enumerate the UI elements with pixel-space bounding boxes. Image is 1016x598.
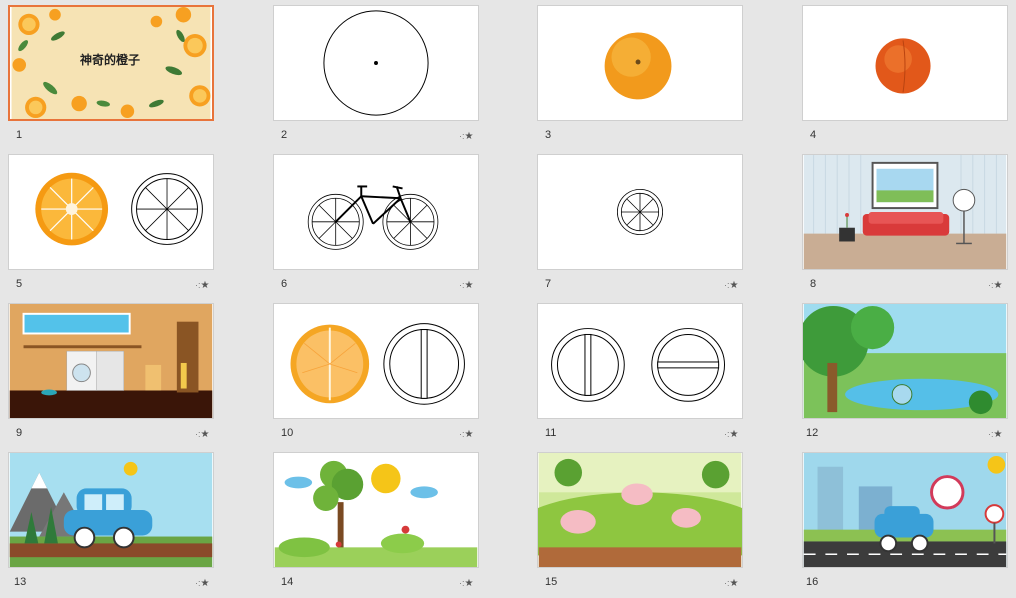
star-icon[interactable]: ·:★ <box>459 131 473 142</box>
slide-number: 11 <box>545 427 557 439</box>
living-room-scene <box>803 155 1007 269</box>
star-icon[interactable]: ·:★ <box>724 578 738 589</box>
star-icon[interactable]: ·:★ <box>195 578 209 589</box>
slide-number: 14 <box>281 576 294 588</box>
slide-thumbnail-2[interactable] <box>273 5 479 121</box>
slide-number: 13 <box>14 576 27 588</box>
slide-thumbnail-1[interactable]: 神奇的橙子 <box>8 5 214 121</box>
slide-thumbnail-3[interactable] <box>537 5 743 121</box>
slide-number: 1 <box>16 129 23 141</box>
orange-slice-and-wheel <box>35 172 203 246</box>
slide-thumbnail-12[interactable] <box>802 303 1008 419</box>
star-icon[interactable]: ·:★ <box>459 280 473 291</box>
orange-photo <box>604 32 672 100</box>
star-icon[interactable]: ·:★ <box>988 280 1002 291</box>
slide-number: 2 <box>281 129 288 141</box>
small-wheel-drawing <box>617 189 663 235</box>
star-icon[interactable]: ·:★ <box>988 429 1002 440</box>
star-icon[interactable]: ·:★ <box>195 429 209 440</box>
star-icon[interactable]: ·:★ <box>724 280 738 291</box>
pigs-field-scene <box>538 453 742 567</box>
slide-thumbnail-14[interactable] <box>273 452 479 568</box>
slide-number: 8 <box>810 278 817 290</box>
star-icon[interactable]: ·:★ <box>459 429 473 440</box>
city-road-car-scene <box>803 453 1007 567</box>
slide-sorter-grid: 神奇的橙子 1 2 ·:★ 3 4 5 ·:★ 6 ·:★ 7 ·:★ 8 ·:… <box>0 0 1016 598</box>
slide-number: 10 <box>281 427 294 439</box>
car-mountain-scene <box>9 453 213 567</box>
pond-park-scene <box>803 304 1007 418</box>
star-icon[interactable]: ·:★ <box>459 578 473 589</box>
slide-thumbnail-6[interactable] <box>273 154 479 270</box>
slide-number: 4 <box>810 129 817 141</box>
slide-thumbnail-11[interactable] <box>537 303 743 419</box>
slide-thumbnail-16[interactable] <box>802 452 1008 568</box>
slide-number: 6 <box>281 278 288 290</box>
slide-number: 9 <box>16 427 23 439</box>
peeled-orange-photo <box>875 38 931 94</box>
slide-number: 3 <box>545 129 552 141</box>
slide-number: 15 <box>545 576 558 588</box>
slide-thumbnail-9[interactable] <box>8 303 214 419</box>
star-icon[interactable]: ·:★ <box>195 280 209 291</box>
split-disc-drawings <box>551 328 726 402</box>
slide-number: 16 <box>806 576 819 588</box>
slide-number: 7 <box>545 278 552 290</box>
tree-ladybug-scene <box>274 453 478 567</box>
slide-thumbnail-13[interactable] <box>8 452 214 568</box>
slide-thumbnail-7[interactable] <box>537 154 743 270</box>
slide-thumbnail-15[interactable] <box>537 452 743 568</box>
slide-title: 神奇的橙子 <box>79 53 140 67</box>
laundry-room-scene <box>9 304 213 418</box>
slide-thumbnail-4[interactable] <box>802 5 1008 121</box>
bicycle-drawing <box>307 185 439 250</box>
slide-number: 12 <box>806 427 819 439</box>
slide-thumbnail-8[interactable] <box>802 154 1008 270</box>
orange-half-and-disc <box>290 323 465 405</box>
slide-number: 5 <box>16 278 23 290</box>
slide-thumbnail-10[interactable] <box>273 303 479 419</box>
slide-thumbnail-5[interactable] <box>8 154 214 270</box>
circle-outline-drawing <box>323 10 429 116</box>
star-icon[interactable]: ·:★ <box>724 429 738 440</box>
